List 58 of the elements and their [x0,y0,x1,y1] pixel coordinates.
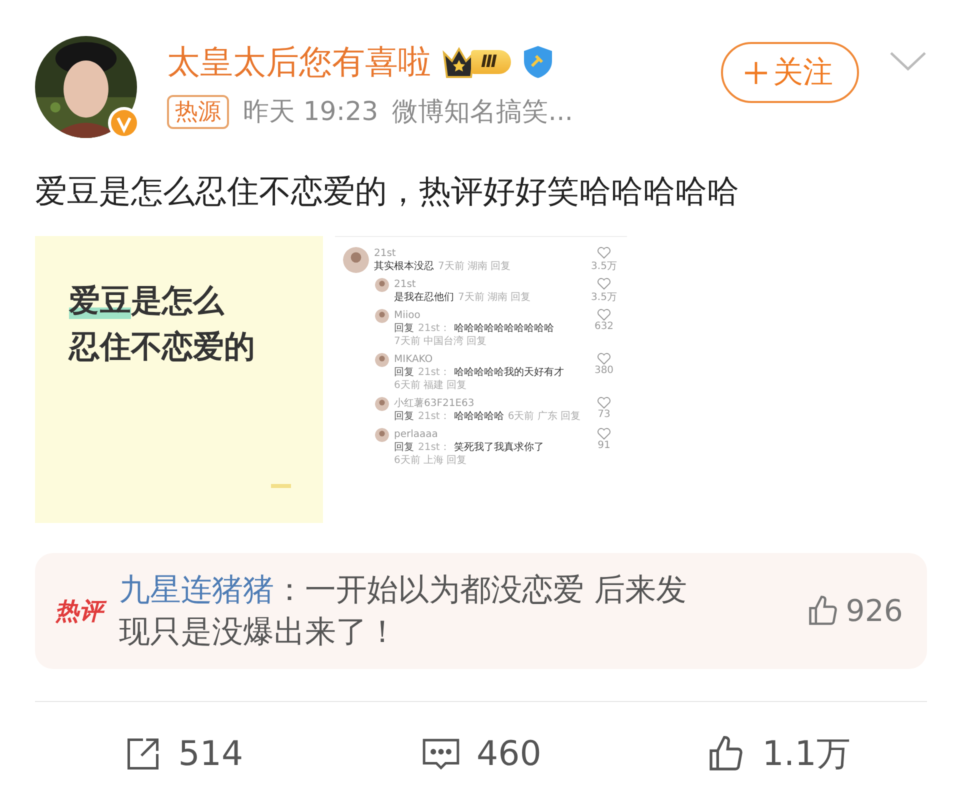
plus-icon [743,60,769,86]
like-count: 380 [594,365,614,376]
avatar-icon [375,428,389,442]
comment-username: Miioo [394,309,422,322]
comment-meta: 7天前 湖南 回复 [438,260,511,273]
comment-username: perlaaaa [394,428,439,441]
card-text: 爱豆是怎么 忍住不恋爱的 [69,282,256,367]
avatar-icon [375,353,389,367]
level-badge: Ⅲ [471,50,512,74]
avatar-icon [375,278,389,292]
hot-source-tag: 热源 [167,94,229,128]
avatar-icon [375,397,389,411]
comment-text: 哈哈哈哈哈我的天好有才 [454,366,564,379]
reply-target: 21st： [418,366,450,379]
comment-text: 是我在忍他们 [394,291,454,304]
like-count: 3.5万 [591,260,617,273]
comment-username: 小红薯63F21E63 [394,397,476,410]
post-text: 爱豆是怎么忍住不恋爱的，热评好好笑哈哈哈哈哈 [35,171,740,212]
comment-meta: 6天前 福建 回复 [394,379,468,392]
chevron-down-icon[interactable] [889,50,927,72]
comment-text: 哈哈哈哈哈哈哈哈哈哈 [454,322,554,335]
reply-label: 回复 [394,322,414,335]
comment-meta: 6天前 上海 回复 [394,454,468,467]
reply-target: 21st： [418,322,450,335]
comment-button[interactable]: 460 [332,730,630,778]
post-time: 昨天 19:23 [243,96,378,129]
comment-text: 其实根本没忍 [374,260,434,273]
heart-icon[interactable] [597,309,611,321]
comment-text: 笑死我了我真求你了 [454,441,544,454]
like-count: 926 [846,594,903,628]
comment-username: 21st [394,278,417,291]
comment-username: 21st [374,247,397,260]
comment-meta: 6天前 广东 回复 [508,410,581,423]
reply-target: 21st： [418,441,450,454]
comment-username: MIKAKO [394,353,434,366]
heart-icon[interactable] [597,428,611,440]
like-count: 3.5万 [591,291,617,304]
reply-label: 回复 [394,410,414,423]
reply-label: 回复 [394,441,414,454]
post-source: 微博知名搞笑... [392,96,573,129]
heart-icon[interactable] [597,247,611,259]
like-count: 91 [598,440,610,451]
like-count: 73 [598,409,610,420]
comment-meta: 7天前 中国台湾 回复 [394,335,488,348]
reply-target: 21st： [418,410,450,423]
hot-comment-text: 九星连猪猪：一开始以为都没恋爱 后来发现只是没爆出来了！ [119,571,688,652]
hot-comment[interactable]: 热评 九星连猪猪：一开始以为都没恋爱 后来发现只是没爆出来了！ 926 [35,553,927,669]
share-button[interactable]: 514 [35,730,332,778]
avatar-icon [343,247,369,273]
heart-icon[interactable] [597,397,611,409]
comment-meta: 7天前 湖南 回复 [458,291,531,304]
avatar-icon [375,309,389,323]
heart-icon[interactable] [597,278,611,290]
like-button[interactable]: 1.1万 [630,730,927,778]
heart-icon[interactable] [597,353,611,365]
reply-label: 回复 [394,366,414,379]
comment-text: 哈哈哈哈哈 [454,410,504,423]
like-count: 632 [594,321,614,332]
